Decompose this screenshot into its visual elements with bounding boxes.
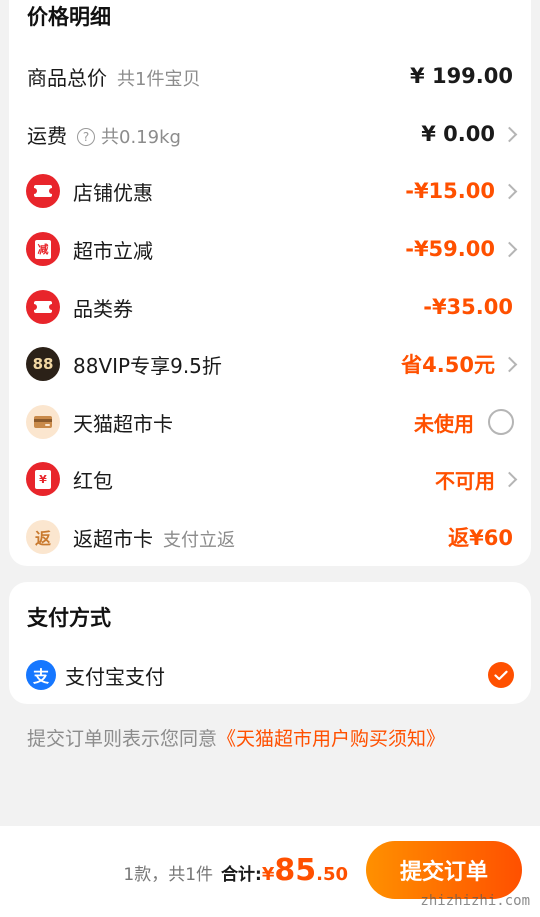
goods-total-value: ¥ 199.00	[410, 64, 513, 88]
row-red-packet[interactable]: ¥ 红包 不可用	[9, 459, 531, 499]
reduction-icon: 减	[26, 232, 60, 266]
tmall-card-radio[interactable]	[488, 409, 514, 435]
tmall-card-status: 未使用	[414, 411, 474, 436]
coupon-icon	[26, 290, 60, 324]
bottom-bar: 1款，共1件 合计: ¥ 85 .50 提交订单 zhizhizhi.com	[0, 826, 540, 917]
order-summary: 1款，共1件 合计: ¥ 85 .50	[123, 856, 348, 886]
submit-order-button[interactable]: 提交订单	[366, 841, 522, 899]
row-goods-total: 商品总价 共1件宝贝 ¥ 199.00	[9, 56, 531, 96]
row-supermarket-reduction[interactable]: 减 超市立减 -¥59.00	[9, 229, 531, 269]
supermarket-reduction-value: -¥59.00	[405, 237, 495, 261]
shop-discount-value: -¥15.00	[405, 179, 495, 203]
goods-total-sub: 共1件宝贝	[117, 68, 201, 90]
row-cashback-card: 返 返超市卡 支付立返 返¥60	[9, 517, 531, 557]
vip-88-icon: 88	[26, 347, 60, 381]
agreement-prefix: 提交订单则表示您同意	[27, 728, 218, 750]
red-packet-icon: ¥	[26, 462, 60, 496]
total-label: 合计:	[221, 865, 262, 885]
help-icon[interactable]: ?	[77, 128, 95, 146]
shipping-label: 运费	[27, 123, 67, 148]
agreement-link[interactable]: 《天猫超市用户购买须知》	[217, 728, 445, 750]
total-amount-dec: .50	[316, 864, 348, 885]
coupon-icon	[26, 174, 60, 208]
payment-card: 支付方式 支 支付宝支付	[9, 582, 531, 704]
item-count: 1款，共1件	[123, 865, 214, 885]
checked-icon[interactable]	[488, 662, 514, 688]
chevron-right-icon	[501, 471, 518, 487]
alipay-option[interactable]: 支 支付宝支付	[9, 655, 531, 695]
row-category-coupon: 品类券 -¥35.00	[9, 287, 531, 327]
category-coupon-value: -¥35.00	[423, 295, 513, 319]
row-tmall-card[interactable]: 天猫超市卡 未使用	[9, 402, 531, 442]
alipay-label: 支付宝支付	[65, 664, 165, 689]
shipping-value: ¥ 0.00	[421, 122, 495, 146]
cashback-icon: 返	[26, 520, 60, 554]
agreement-text: 提交订单则表示您同意《天猫超市用户购买须知》	[27, 724, 445, 751]
row-shipping[interactable]: 运费? 共0.19kg ¥ 0.00	[9, 114, 531, 154]
cashback-value: 返¥60	[448, 526, 513, 550]
currency-symbol: ¥	[261, 864, 275, 885]
price-detail-title: 价格明细	[27, 5, 111, 29]
red-packet-label: 红包	[73, 468, 113, 493]
cashback-sub: 支付立返	[163, 529, 235, 551]
chevron-right-icon	[501, 356, 518, 372]
vip-savings-value: 省4.50元	[401, 353, 495, 377]
vip-label: 88VIP专享9.5折	[73, 353, 222, 378]
alipay-icon: 支	[26, 660, 56, 690]
wallet-card-icon	[26, 405, 60, 439]
shipping-weight: 共0.19kg	[101, 126, 181, 148]
shop-discount-label: 店铺优惠	[73, 180, 153, 205]
cashback-label: 返超市卡	[73, 526, 153, 551]
watermark: zhizhizhi.com	[420, 893, 530, 909]
chevron-right-icon	[501, 241, 518, 257]
row-shop-discount[interactable]: 店铺优惠 -¥15.00	[9, 171, 531, 211]
total-amount-int: 85	[274, 853, 317, 888]
category-coupon-label: 品类券	[73, 296, 133, 321]
tmall-card-label: 天猫超市卡	[73, 411, 173, 436]
red-packet-status: 不可用	[435, 468, 495, 493]
payment-title: 支付方式	[27, 606, 111, 630]
supermarket-reduction-label: 超市立减	[73, 238, 153, 263]
goods-total-label: 商品总价	[27, 65, 107, 90]
price-detail-card: 价格明细 商品总价 共1件宝贝 ¥ 199.00 运费? 共0.19kg ¥ 0.0…	[9, 0, 531, 566]
row-88vip[interactable]: 88 88VIP专享9.5折 省4.50元	[9, 344, 531, 384]
chevron-right-icon	[501, 183, 518, 199]
chevron-right-icon	[501, 126, 518, 142]
